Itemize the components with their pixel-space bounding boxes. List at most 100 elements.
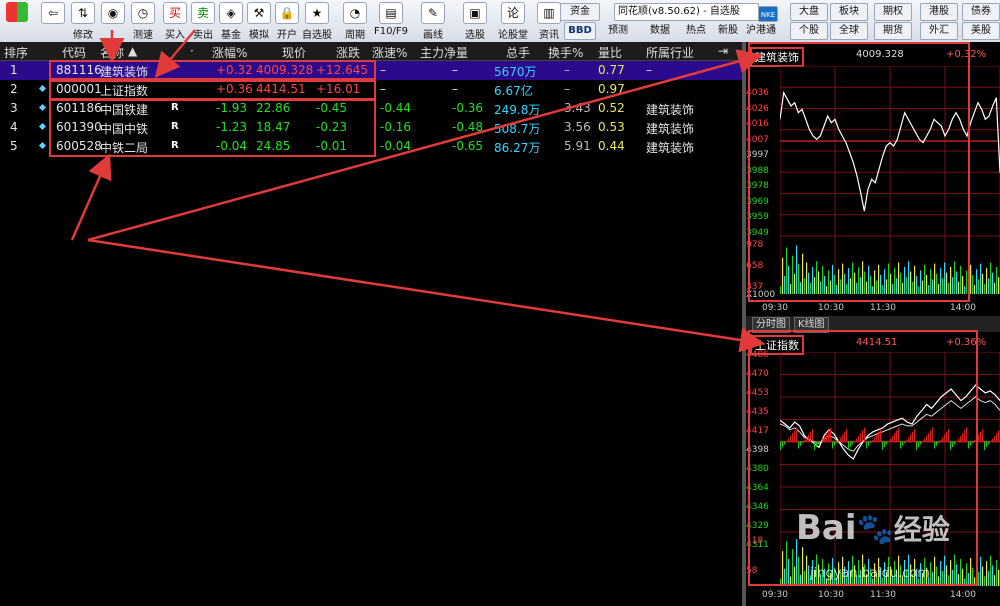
cell-ind: 建筑装饰: [646, 103, 695, 117]
toolbar-button-label: 自选股: [302, 30, 332, 41]
toolbar-button-label: 开户: [277, 30, 297, 41]
cell-ind: 建筑装饰: [646, 141, 695, 155]
header-col-2[interactable]: 名称: [100, 44, 124, 61]
header-col-5[interactable]: 现价: [282, 44, 306, 61]
header-col-3[interactable]: ·: [190, 44, 194, 58]
cell-speed: -0.44: [380, 101, 412, 115]
toolbar-button-label: 资讯: [539, 30, 559, 41]
cell-vol: 508.7万: [494, 122, 541, 136]
toolbar-button-9[interactable]: 🔒 开户: [270, 2, 304, 41]
header-col-4[interactable]: 涨幅%: [212, 44, 247, 61]
market-button-0-4[interactable]: 债券: [962, 3, 1000, 21]
cell-rank: 2: [10, 82, 18, 96]
market-button-0-0[interactable]: 大盘: [790, 3, 828, 21]
volume-bar: [982, 273, 984, 294]
toolbar-button-10[interactable]: ★ 自选股: [300, 2, 334, 41]
main-toolbar: ▦⇦⇅修改◉◷测速买买入卖卖出◈基金⚒模拟🔒开户★自选股◔周期▤F10/F9✎画…: [0, 0, 1000, 43]
volume-bar: [990, 262, 992, 294]
volume-bar: [992, 272, 994, 294]
row-marker-icon: [38, 141, 47, 150]
x-label-0: 09:30: [762, 303, 788, 313]
header-col-7[interactable]: 涨速%: [372, 44, 407, 61]
sub-link-1[interactable]: 数据: [650, 23, 670, 39]
market-button-1-1[interactable]: 全球: [830, 22, 868, 40]
cell-net: -0.65: [452, 139, 484, 153]
market-button-1-3[interactable]: 外汇: [920, 22, 958, 40]
x-label-3: 14:00: [950, 590, 976, 600]
cell-speed: –: [380, 63, 386, 77]
toolbar-button-4[interactable]: ◷ 测速: [126, 2, 160, 41]
collapse-icon[interactable]: ⇥: [718, 44, 728, 58]
toolbar-button-3[interactable]: ◉: [96, 2, 130, 40]
toolbar-button-13[interactable]: ✎ 画线: [416, 2, 450, 41]
bbd-button[interactable]: BBD: [564, 22, 596, 40]
toolbar-button-15[interactable]: 论论股堂: [496, 2, 530, 41]
cell-turn: 3.56: [564, 120, 591, 134]
coin-icon: ◉: [101, 2, 125, 24]
sub-link-3[interactable]: 新股: [718, 23, 738, 39]
diff-bar: [982, 428, 984, 442]
arrow-to-rows: [70, 153, 112, 241]
header-col-8[interactable]: 主力净量: [420, 44, 468, 61]
diff-bar: [984, 441, 986, 450]
volume-bar: [994, 575, 996, 586]
zijin-button[interactable]: 资金: [560, 3, 600, 21]
market-button-0-2[interactable]: 期权: [874, 3, 912, 21]
row-marker-icon: [38, 122, 47, 131]
header-col-1[interactable]: 代码: [62, 44, 86, 61]
toolbar-button-label: 修改: [73, 30, 93, 41]
screen-icon: ▣: [463, 2, 487, 24]
x-label-3: 14:00: [950, 303, 976, 313]
toolbar-button-2[interactable]: ⇅ 修改: [66, 2, 100, 41]
volume-bar: [982, 566, 984, 586]
toolbar-button-14[interactable]: ▣ 选股: [458, 2, 492, 41]
diff-bar: [994, 435, 996, 442]
toolbar-button-0[interactable]: ▦: [0, 2, 34, 40]
volume-bar: [986, 268, 988, 294]
grid-icon: ▦: [6, 2, 28, 22]
x-label-1: 10:30: [818, 590, 844, 600]
cell-turn: 5.91: [564, 139, 591, 153]
diff-bar: [998, 430, 1000, 442]
market-button-1-2[interactable]: 期货: [874, 22, 912, 40]
back-arrow-icon: ⇦: [41, 2, 65, 24]
header-col-12[interactable]: 所属行业: [646, 44, 694, 61]
sub-link-0[interactable]: 预测: [608, 23, 628, 39]
volume-bar: [988, 570, 990, 586]
header-col-11[interactable]: 量比: [598, 44, 622, 61]
cell-ratio: 0.77: [598, 63, 625, 77]
market-button-0-1[interactable]: 板块: [830, 3, 868, 21]
sub-link-4[interactable]: 沪港通: [746, 23, 776, 39]
header-col-9[interactable]: 总手: [506, 44, 530, 61]
cell-turn: –: [564, 82, 570, 96]
cell-rank: 5: [10, 139, 18, 153]
market-button-0-3[interactable]: 港股: [920, 3, 958, 21]
quote-table-header: 排序 代码 名称 · 涨幅% 现价 涨跌 涨速% 主力净量 总手 换手% 量比 所属行业 ▲ ⇥: [0, 42, 742, 61]
fund-icon: ◈: [219, 2, 243, 24]
volume-bar: [998, 277, 1000, 294]
header-col-0[interactable]: 排序: [4, 44, 28, 61]
highlight-box-rows345: [49, 99, 376, 157]
up-down-arrows-icon: ⇅: [71, 2, 95, 24]
volume-bar: [978, 279, 980, 294]
cycle-icon: ◔: [343, 2, 367, 24]
volume-bar: [990, 555, 992, 586]
cell-net: –: [452, 63, 458, 77]
highlight-box-top-chart: [748, 42, 970, 302]
market-button-1-0[interactable]: 个股: [790, 22, 828, 40]
toolbar-button-11[interactable]: ◔ 周期: [338, 2, 372, 41]
header-col-6[interactable]: 涨跌: [336, 44, 360, 61]
toolbar-button-12[interactable]: ▤ F10/F9: [374, 2, 408, 40]
forum-icon: 论: [501, 2, 525, 24]
toolbar-button-label: 画线: [423, 30, 443, 41]
diff-bar: [986, 441, 988, 448]
sub-link-2[interactable]: 热点: [686, 23, 706, 39]
cell-ind: –: [646, 63, 652, 77]
market-button-1-4[interactable]: 美股: [962, 22, 1000, 40]
nke-icon[interactable]: NKE: [758, 6, 778, 22]
header-col-10[interactable]: 换手%: [548, 44, 583, 61]
toolbar-button-1[interactable]: ⇦: [36, 2, 70, 40]
cell-speed: -0.16: [380, 120, 412, 134]
sort-arrow-icon[interactable]: ▲: [128, 44, 137, 58]
cell-turn: 3.43: [564, 101, 591, 115]
